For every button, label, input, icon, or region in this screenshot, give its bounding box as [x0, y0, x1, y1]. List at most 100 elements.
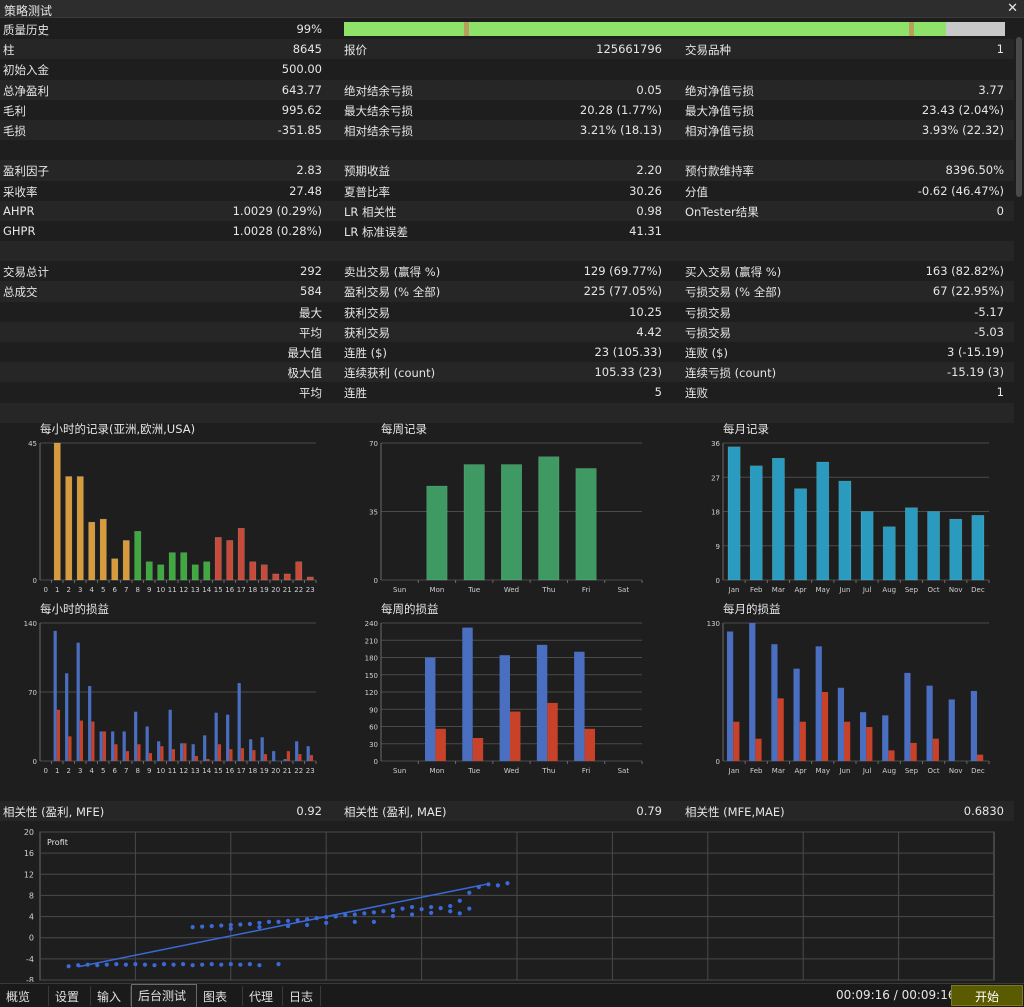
- bar-series-1: [79, 720, 84, 761]
- row-value-2: 125661796: [596, 42, 662, 57]
- tab-2[interactable]: 输入: [91, 986, 131, 1006]
- x-tick-label: 14: [202, 586, 211, 594]
- tab-4[interactable]: 图表: [197, 986, 243, 1006]
- scatter-point: [324, 920, 329, 926]
- bar-series-0: [53, 630, 57, 761]
- scatter-point: [438, 906, 443, 911]
- bar-series-0: [574, 651, 585, 761]
- stats-row: 极大值 连续获利 (count) 105.33 (23) 连续亏损 (count) -1…: [0, 362, 1014, 383]
- scatter-point: [324, 915, 329, 920]
- bar-series-0: [306, 746, 310, 761]
- x-tick-label: 20: [271, 586, 280, 594]
- stats-row: 最大 获利交易 10.25 亏损交易 -5.17: [0, 301, 1014, 322]
- row-label-1: 总净盈利: [3, 83, 49, 98]
- bar-series-1: [977, 754, 984, 761]
- chart-title: 每周记录: [381, 422, 427, 436]
- tab-3[interactable]: 后台测试: [131, 984, 197, 1007]
- y-tick-label: 210: [365, 637, 378, 645]
- bar-series-1: [137, 744, 141, 761]
- bar-series-1: [114, 744, 118, 761]
- bar: [99, 518, 107, 581]
- tab-1[interactable]: 设置: [49, 986, 91, 1006]
- row-label-3: OnTester结果: [685, 204, 759, 219]
- bar: [88, 521, 96, 581]
- row-label-2: 连胜: [344, 386, 367, 401]
- profit-scatter-chart: -8 -4 0 4 8 12 16 20 Profit: [24, 828, 995, 982]
- scatter-point: [161, 962, 167, 967]
- chart-title: 每月记录: [723, 422, 769, 436]
- scatter-point: [486, 882, 491, 887]
- row-value-1: 500.00: [281, 62, 322, 77]
- row-label-1: 毛利: [3, 103, 26, 118]
- scatter-point: [457, 911, 462, 916]
- bar-series-1: [821, 692, 829, 761]
- tab-5[interactable]: 代理: [243, 986, 283, 1006]
- row-value-1: 平均: [299, 325, 322, 340]
- bar: [134, 531, 142, 581]
- bar-series-1: [733, 721, 740, 761]
- scatter-point: [352, 912, 357, 917]
- x-tick-label: Fri: [582, 767, 590, 775]
- row-value-2: 4.42: [636, 324, 662, 339]
- bar-series-0: [260, 737, 264, 761]
- x-tick-label: 17: [237, 767, 246, 775]
- bar: [145, 561, 153, 581]
- start-button[interactable]: 开始: [951, 985, 1023, 1006]
- x-tick-label: 5: [101, 767, 105, 775]
- corr-mfe-mae-value: 0.6830: [963, 804, 1004, 818]
- stats-row: GHPR 1.0028 (0.28%) LR 标准误差 41.31: [0, 220, 1014, 242]
- x-tick-label: Fri: [582, 586, 590, 594]
- row-value-1: 8645: [292, 42, 322, 57]
- bar-series-1: [229, 749, 233, 761]
- row-label-2: 夏普比率: [344, 184, 390, 199]
- scatter-point: [238, 922, 243, 927]
- scatter-point: [219, 923, 224, 928]
- x-tick-label: May: [816, 586, 830, 594]
- scatter-point: [448, 903, 453, 909]
- chart-2: 每月记录 0 9 18 27 36 Jan Feb Mar Apr May Jun Jul Aug Sep O…: [711, 422, 990, 594]
- y-tick-label: 30: [369, 741, 378, 749]
- bar: [203, 561, 211, 581]
- quality-label: 质量历史: [3, 23, 49, 37]
- x-tick-label: 16: [225, 586, 234, 594]
- chart-0: 每小时的记录(亚洲,欧洲,USA)0450 1 2 3 4 5 6 7 8 9 10 11 12 13 14…: [28, 422, 317, 594]
- tab-0[interactable]: 概览: [0, 986, 49, 1006]
- close-icon[interactable]: ✕: [1007, 1, 1018, 16]
- row-value-1: 995.62: [281, 102, 322, 117]
- bar-series-0: [65, 673, 69, 761]
- x-tick-label: 9: [147, 767, 151, 775]
- bar: [237, 527, 245, 581]
- scatter-point: [266, 919, 272, 924]
- quality-bar: [344, 22, 1005, 36]
- scatter-point: [85, 962, 90, 967]
- corr-profit-mfe-label: 相关性 (盈利, MFE): [3, 805, 105, 819]
- x-tick-label: Feb: [750, 767, 763, 775]
- chart-title: 每月的损益: [723, 602, 781, 616]
- chart-1: 每周记录 0 35 70 Sun Mon Tue Wed Thu Fri Sat: [369, 422, 643, 594]
- row-label-2: 最大结余亏损: [344, 103, 413, 118]
- scrollbar-thumb[interactable]: [1016, 37, 1022, 197]
- bar-series-0: [424, 657, 436, 761]
- tab-6[interactable]: 日志: [283, 986, 321, 1006]
- bar: [260, 564, 268, 581]
- x-tick-label: Jun: [838, 767, 850, 775]
- bar-series-0: [771, 644, 778, 761]
- x-tick-label: Mon: [430, 586, 445, 594]
- x-tick-label: Mon: [430, 767, 445, 775]
- x-tick-label: 10: [156, 767, 165, 775]
- row-value-2: 225 (77.05%): [583, 284, 662, 299]
- bar-series-1: [286, 751, 291, 761]
- y-tick-label: 70: [369, 440, 378, 448]
- bar-series-0: [157, 741, 161, 761]
- bar: [727, 446, 741, 581]
- x-tick-label: Jan: [728, 767, 740, 775]
- scatter-point: [257, 920, 262, 926]
- scatter-point: [200, 962, 205, 967]
- vertical-scrollbar[interactable]: [1014, 19, 1024, 979]
- bar-series-0: [99, 731, 103, 761]
- bar-series-1: [125, 751, 130, 761]
- x-tick-label: May: [816, 767, 830, 775]
- scatter-point: [209, 962, 214, 967]
- scatter-point: [448, 909, 453, 914]
- bar-series-1: [171, 749, 176, 761]
